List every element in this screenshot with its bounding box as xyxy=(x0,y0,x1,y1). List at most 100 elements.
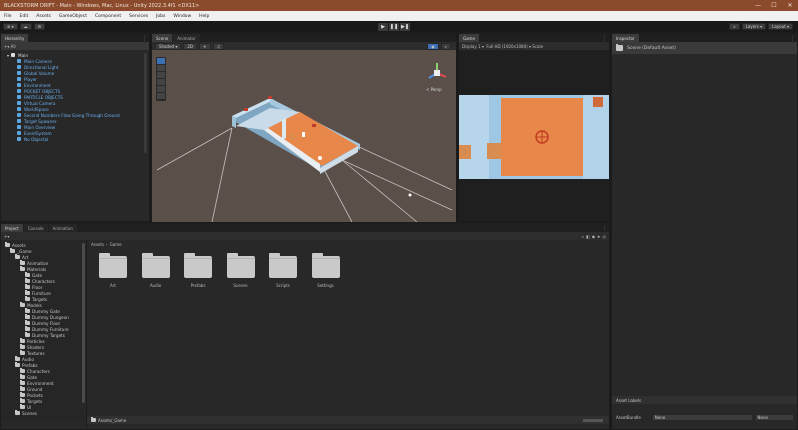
search-input[interactable]: All xyxy=(11,44,16,49)
hierarchy-search[interactable]: +▾ All xyxy=(1,42,149,50)
tab-animation[interactable]: Animation xyxy=(48,224,77,232)
variant-dropdown[interactable]: None xyxy=(755,414,793,420)
lighting-toggle-icon[interactable]: ☀ xyxy=(198,42,211,50)
project-tree-label: Floor xyxy=(32,284,43,290)
close-button[interactable]: ✕ xyxy=(782,2,798,9)
project-tree-label: Textures xyxy=(27,350,45,356)
pause-button[interactable]: ❚❚ xyxy=(389,22,399,31)
folder-item[interactable]: Prefabs xyxy=(178,253,218,288)
folder-icon xyxy=(20,398,25,403)
transform-tool-icon[interactable] xyxy=(157,93,165,99)
play-controls: ▶ ❚❚ ▶❚ xyxy=(378,22,411,31)
layers-dropdown[interactable]: Layers ▾ xyxy=(741,23,767,30)
create-icon[interactable]: +▾ xyxy=(4,234,9,239)
tab-animator[interactable]: Animator xyxy=(173,34,200,42)
tab-console[interactable]: Console xyxy=(23,224,48,232)
hierarchy-item-label: Player xyxy=(24,76,38,82)
project-tree-item[interactable]: Scenes xyxy=(1,410,85,416)
scale-tool-icon[interactable] xyxy=(157,79,165,85)
menu-jobs[interactable]: Jobs xyxy=(156,14,165,19)
folder-item[interactable]: Audio xyxy=(136,253,176,288)
display-dropdown[interactable]: Display 1 ▾ xyxy=(462,44,484,49)
search-scene-icon[interactable]: ⌕ xyxy=(440,42,451,50)
orientation-gizmo-icon[interactable] xyxy=(425,61,449,85)
shading-mode-dropdown[interactable]: Shaded ▾ xyxy=(155,42,182,50)
2d-toggle[interactable]: 2D xyxy=(183,42,197,50)
folder-tree-scrollbar[interactable] xyxy=(82,243,85,403)
icon-size-slider[interactable] xyxy=(583,418,603,422)
tab-game[interactable]: Game xyxy=(459,34,479,42)
menu-file[interactable]: File xyxy=(4,14,12,19)
account-button[interactable]: ⊕ ▾ xyxy=(3,23,18,30)
assetbundle-dropdown[interactable]: None xyxy=(652,414,752,420)
hand-tool-icon[interactable] xyxy=(157,58,165,64)
rect-tool-icon[interactable] xyxy=(157,86,165,92)
label-icon[interactable]: ◆ xyxy=(592,234,595,239)
menu-help[interactable]: Help xyxy=(199,14,209,19)
expand-arrow-icon[interactable]: ▾ xyxy=(7,53,9,58)
add-icon[interactable]: +▾ xyxy=(4,44,11,49)
panel-menu-icon[interactable]: ⋮ xyxy=(790,36,797,42)
minimize-button[interactable]: — xyxy=(750,2,766,9)
search-icon[interactable]: ⌕ xyxy=(582,234,584,239)
folder-icon xyxy=(25,284,30,289)
folder-icon xyxy=(15,362,20,367)
folder-icon xyxy=(25,272,30,277)
menu-window[interactable]: Window xyxy=(173,14,191,19)
hierarchy-item-label: Virtual Camera xyxy=(24,100,56,106)
folder-icon xyxy=(20,404,25,409)
folder-item[interactable]: Art xyxy=(93,253,133,288)
tab-scene[interactable]: Scene xyxy=(152,34,173,42)
search-icon[interactable]: ⌕ xyxy=(729,23,740,30)
panel-divider xyxy=(86,240,87,430)
folder-item[interactable]: Scenes xyxy=(221,253,261,288)
folder-icon xyxy=(25,314,30,319)
settings-icon[interactable]: ⚙ xyxy=(33,23,46,30)
move-tool-icon[interactable] xyxy=(157,65,165,71)
panel-menu-icon[interactable]: ⋮ xyxy=(602,226,609,232)
scene-label: Main xyxy=(18,52,29,58)
breadcrumb-assets[interactable]: Assets xyxy=(91,242,104,247)
scene-toolbar: Shaded ▾ 2D ☀ ♫ ◉ ⌕ xyxy=(152,42,456,50)
menu-assets[interactable]: Assets xyxy=(36,14,51,19)
scene-viewport[interactable] xyxy=(152,50,456,222)
rotate-tool-icon[interactable] xyxy=(157,72,165,78)
folder-label: Audio xyxy=(149,283,162,288)
tab-inspector[interactable]: Inspector xyxy=(612,34,639,42)
audio-toggle-icon[interactable]: ♫ xyxy=(212,42,225,50)
hierarchy-scrollbar[interactable] xyxy=(144,53,147,153)
gameobject-icon xyxy=(17,83,21,87)
tab-hierarchy[interactable]: Hierarchy xyxy=(1,34,29,42)
layout-dropdown[interactable]: Layout ▾ xyxy=(768,23,793,30)
light-gizmo[interactable] xyxy=(408,193,412,197)
maximize-button[interactable]: ☐ xyxy=(766,2,782,9)
game-viewport[interactable] xyxy=(459,95,609,179)
play-button[interactable]: ▶ xyxy=(378,22,388,31)
breadcrumb-game[interactable]: Game xyxy=(110,242,122,247)
asset-labels-header[interactable]: Asset Labels xyxy=(612,396,797,404)
step-button[interactable]: ▶❚ xyxy=(400,22,410,31)
menu-services[interactable]: Services xyxy=(129,14,148,19)
star-icon[interactable]: ★ xyxy=(597,234,601,239)
gameobject-icon xyxy=(17,131,21,135)
menu-gameobject[interactable]: GameObject xyxy=(59,14,87,19)
cloud-icon[interactable]: ☁ xyxy=(19,23,32,30)
filter-icon[interactable]: ◧ xyxy=(586,234,590,239)
scale-label: Scale xyxy=(532,43,544,49)
selected-path: Assets/_Game xyxy=(98,417,127,423)
panel-menu-icon[interactable]: ⋮ xyxy=(602,36,609,42)
gizmos-toggle-icon[interactable]: ◉ xyxy=(427,42,439,50)
aspect-dropdown[interactable]: Full HD (1920x1080) ▾ xyxy=(486,44,531,49)
perspective-label[interactable]: < Persp xyxy=(426,87,442,92)
menu-edit[interactable]: Edit xyxy=(20,14,29,19)
hierarchy-item[interactable]: No Objectal xyxy=(7,136,149,142)
menu-component[interactable]: Component xyxy=(95,14,121,19)
folder-item[interactable]: Settings xyxy=(306,253,346,288)
eye-icon[interactable]: ◎ xyxy=(603,234,607,239)
panel-menu-icon[interactable]: ⋮ xyxy=(142,36,149,42)
gameobject-icon xyxy=(17,125,21,129)
folder-item[interactable]: Scripts xyxy=(263,253,303,288)
tab-project[interactable]: Project xyxy=(1,224,23,232)
hierarchy-item-label: Environment xyxy=(24,82,51,88)
folder-icon xyxy=(20,350,25,355)
